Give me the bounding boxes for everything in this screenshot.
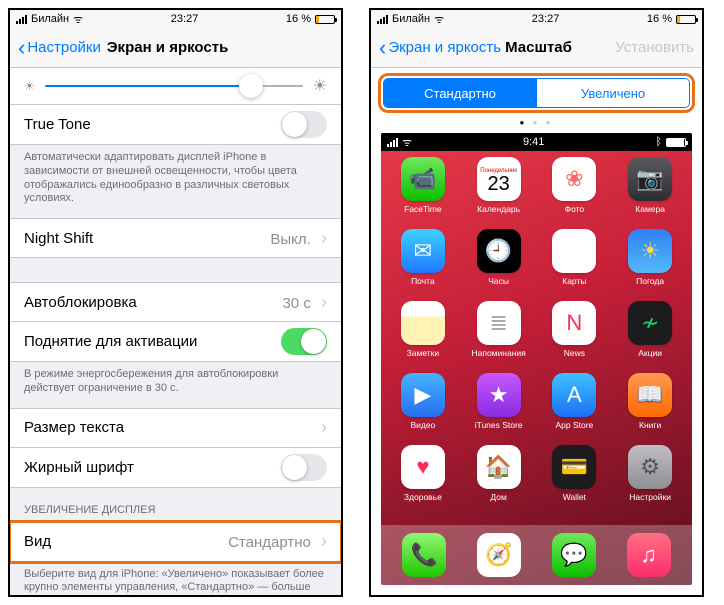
phone-zoom-preview: Билайн ᯤ 23:27 16 % Экран и яркость Масш… [369,8,704,597]
clock-label: 23:27 [532,13,560,25]
display-zoom-cell[interactable]: Вид Стандартно › [10,522,341,562]
app-напоминания[interactable]: ≣Напоминания [463,301,535,369]
sun-high-icon: ☀︎ [313,76,327,96]
app-facetime[interactable]: 📹FaceTime [387,157,459,225]
battery-icon [676,15,696,24]
night-shift-cell[interactable]: Night Shift Выкл. › [10,218,341,258]
signal-icon [377,15,388,24]
app-почта[interactable]: ✉︎Почта [387,229,459,297]
zoom-header: УВЕЛИЧЕНИЕ ДИСПЛЕЯ [10,488,341,522]
home-preview: ᯤ 9:41 ᛒ 📹FaceTimeПонедельник23Календарь… [381,133,692,585]
dock-app[interactable]: 🧭 [477,533,521,577]
app-календарь[interactable]: Понедельник23Календарь [463,157,535,225]
status-bar: Билайн ᯤ 23:27 16 % [10,10,341,28]
dock-app[interactable]: ♫ [627,533,671,577]
clock-label: 23:27 [171,13,199,25]
cell-label: Автоблокировка [24,294,137,311]
app-часы[interactable]: 🕘Часы [463,229,535,297]
back-label: Экран и яркость [388,39,501,56]
chevron-right-icon: › [321,292,327,312]
app-камера[interactable]: 📷Камера [614,157,686,225]
bold-text-cell: Жирный шрифт [10,448,341,488]
chevron-left-icon [18,37,25,59]
view-value: Стандартно [228,534,311,551]
chevron-right-icon: › [321,417,327,438]
chevron-left-icon [379,37,386,59]
dock-app[interactable]: 📞 [402,533,446,577]
page-dots: ● ● ● [371,118,702,127]
cell-label: Размер текста [24,419,124,436]
battery-icon [315,15,335,24]
app-здоровье[interactable]: ♥︎Здоровье [387,445,459,513]
bold-switch[interactable] [281,454,327,481]
app-карты[interactable]: 🗺Карты [539,229,611,297]
back-button[interactable]: Настройки [18,37,101,59]
sun-low-icon: ☀︎ [24,79,35,93]
preview-status-bar: ᯤ 9:41 ᛒ [381,133,692,151]
wifi-icon: ᯤ [73,12,83,27]
view-footer: Выберите вид для iPhone: «Увеличено» пок… [10,562,341,596]
battery-icon [666,138,686,147]
app-дом[interactable]: 🏠Дом [463,445,535,513]
app-видео[interactable]: ▶︎Видео [387,373,459,441]
page-title: Масштаб [505,39,572,56]
battery-pct: 16 % [647,13,672,25]
status-bar: Билайн ᯤ 23:27 16 % [371,10,702,28]
signal-icon [387,138,398,147]
app-фото[interactable]: ❀Фото [539,157,611,225]
carrier-label: Билайн [31,13,69,25]
wifi-icon: ᯤ [402,135,412,150]
apply-button[interactable]: Установить [615,39,694,56]
wifi-icon: ᯤ [434,12,444,27]
nav-bar: Настройки Экран и яркость [10,28,341,68]
dock: 📞 🧭 💬 ♫ [381,525,692,585]
dock-app[interactable]: 💬 [552,533,596,577]
cell-label: Поднятие для активации [24,333,197,350]
app-настройки[interactable]: ⚙︎Настройки [614,445,686,513]
app-акции[interactable]: ≁Акции [614,301,686,369]
cell-label: True Tone [24,116,91,133]
auto-lock-value: 30 с [282,295,310,312]
page-title: Экран и яркость [107,39,333,56]
settings-content: ☀︎ ☀︎ True Tone Автоматически адаптирова… [10,68,341,595]
true-tone-switch[interactable] [281,111,327,138]
zoom-segmented-control[interactable]: Стандартно Увеличено [383,78,690,108]
true-tone-footer: Автоматически адаптировать дисплей iPhon… [10,145,341,218]
brightness-slider[interactable] [45,74,303,98]
chevron-right-icon: › [321,228,327,248]
night-shift-value: Выкл. [270,231,310,248]
app-погода[interactable]: ☀︎Погода [614,229,686,297]
app-app-store[interactable]: AApp Store [539,373,611,441]
raise-footer: В режиме энергосбережения для автоблокир… [10,362,341,408]
nav-bar: Экран и яркость Масштаб Установить [371,28,702,68]
back-label: Настройки [27,39,101,56]
app-news[interactable]: NNews [539,301,611,369]
cell-label: Жирный шрифт [24,459,134,476]
app-itunes-store[interactable]: ★iTunes Store [463,373,535,441]
cell-label: Night Shift [24,230,93,247]
signal-icon [16,15,27,24]
app-книги[interactable]: 📖Книги [614,373,686,441]
clock-label: 9:41 [523,136,544,148]
app-grid: 📹FaceTimeПонедельник23Календарь❀Фото📷Кам… [381,151,692,525]
phone-display-settings: Билайн ᯤ 23:27 16 % Настройки Экран и яр… [8,8,343,597]
back-button[interactable]: Экран и яркость [379,37,501,59]
bluetooth-icon: ᛒ [655,136,662,148]
segment-zoomed[interactable]: Увеличено [536,79,689,107]
true-tone-cell: True Tone [10,105,341,145]
battery-pct: 16 % [286,13,311,25]
raise-to-wake-cell: Поднятие для активации [10,322,341,362]
text-size-cell[interactable]: Размер текста › [10,408,341,448]
brightness-row: ☀︎ ☀︎ [10,68,341,105]
app-wallet[interactable]: 💳Wallet [539,445,611,513]
app-заметки[interactable]: Заметки [387,301,459,369]
segment-standard[interactable]: Стандартно [384,79,536,107]
chevron-right-icon: › [321,531,327,551]
auto-lock-cell[interactable]: Автоблокировка 30 с › [10,282,341,322]
carrier-label: Билайн [392,13,430,25]
raise-switch[interactable] [281,328,327,355]
cell-label: Вид [24,533,51,550]
